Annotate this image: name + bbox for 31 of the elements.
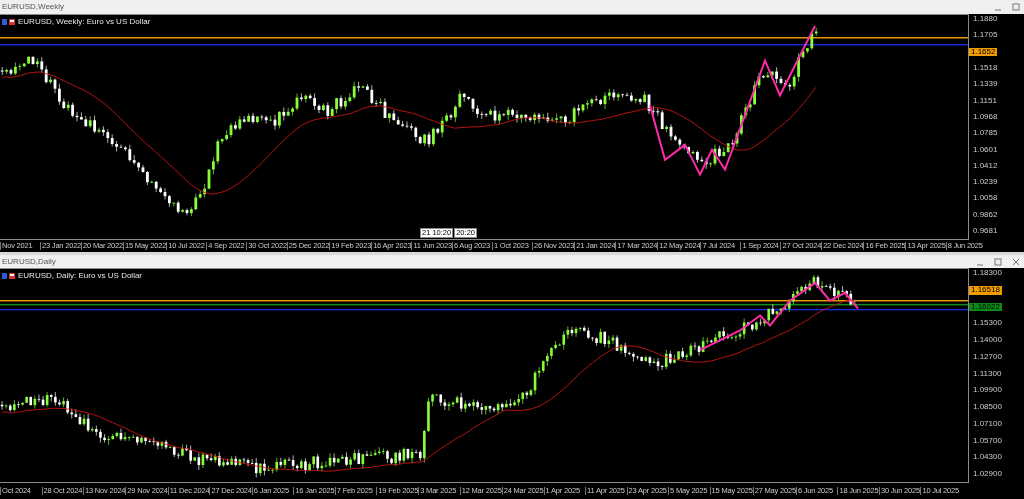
- window-title: EURUSD,Weekly: [2, 3, 65, 11]
- price-tick: 1.14000: [972, 336, 1003, 345]
- price-tick: 1.04300: [972, 453, 1003, 463]
- price-tick: 1.05700: [972, 436, 1003, 446]
- price-tag: 1.16022: [969, 302, 1002, 312]
- window-title: EURUSD,Daily: [2, 257, 56, 266]
- price-tick: 1.1151: [972, 96, 998, 106]
- symbol-label: EURUSD, Weekly: Euro vs US Dollar: [18, 17, 151, 26]
- price-tick: 1.1880: [972, 15, 999, 24]
- price-tick: 1.0239: [972, 178, 999, 187]
- price-tick: 1.1705: [972, 31, 999, 41]
- price-tick: 0.9862: [972, 210, 999, 220]
- price-tick: 1.1518: [972, 63, 999, 73]
- price-tick: 1.08500: [972, 403, 1003, 412]
- price-tick: 1.0785: [972, 129, 999, 138]
- price-tick: 1.0601: [972, 145, 999, 155]
- price-tick: 1.07100: [972, 419, 1003, 429]
- price-tick: 1.0968: [972, 112, 999, 122]
- price-tag: 1.16518: [969, 285, 1002, 295]
- price-tick: 1.1339: [972, 80, 999, 90]
- price-tag: 1.1652: [969, 47, 998, 57]
- price-tick: 1.0058: [972, 194, 999, 204]
- price-tick: 1.15300: [972, 319, 1003, 329]
- price-tick: 0.9681: [972, 227, 999, 236]
- price-tick: 1.02900: [972, 470, 1003, 479]
- symbol-label: EURUSD, Daily: Euro vs US Dollar: [18, 271, 143, 280]
- price-tick: 1.18300: [972, 269, 1003, 278]
- price-tick: 1.11300: [972, 369, 1003, 379]
- price-tick: 1.12700: [972, 352, 1003, 362]
- price-tick: 1.09900: [972, 386, 1003, 396]
- price-tick: 1.0412: [972, 161, 999, 171]
